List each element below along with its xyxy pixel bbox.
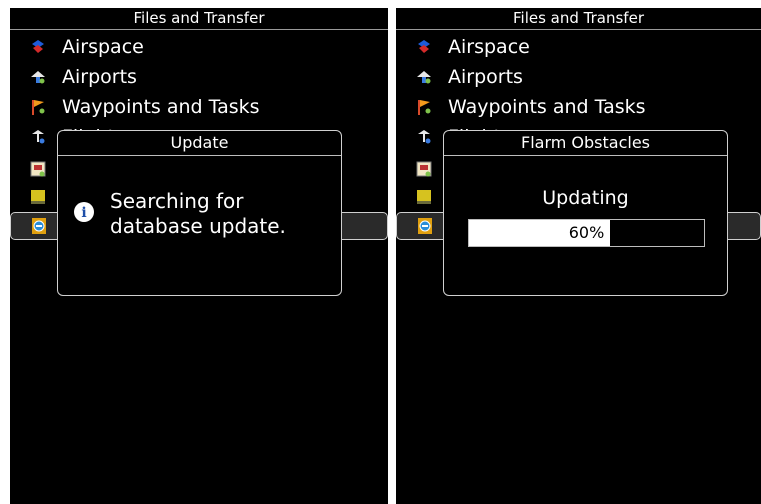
right-screen: Files and Transfer Airspace Airports Way… <box>396 8 761 504</box>
dialog-title: Flarm Obstacles <box>444 131 727 156</box>
airspace-icon <box>418 40 430 53</box>
page-title: Files and Transfer <box>10 8 388 30</box>
update-icon <box>32 218 46 234</box>
progress-label: 60% <box>568 223 605 242</box>
logbook-icon <box>417 190 431 204</box>
airports-icon <box>417 71 431 84</box>
update-dialog: Update i Searching for database update. <box>57 130 342 296</box>
waypoints-icon <box>32 100 45 115</box>
progress-bar: 60% <box>468 219 705 247</box>
flights-icon <box>32 130 45 144</box>
dialog-message: Searching for database update. <box>110 189 286 238</box>
airports-icon <box>31 71 45 84</box>
transfer-icon <box>416 161 432 177</box>
airspace-icon <box>32 40 44 53</box>
flights-icon <box>418 130 431 144</box>
update-icon <box>418 218 432 234</box>
svg-text:i: i <box>81 205 86 221</box>
dialog-status: Updating <box>542 187 629 209</box>
logbook-icon <box>31 190 45 204</box>
info-icon: i <box>74 202 94 222</box>
left-screen: Files and Transfer Airspace Airports Way… <box>10 8 388 504</box>
flarm-obstacles-dialog: Flarm Obstacles Updating 60% <box>443 130 728 296</box>
dialog-title: Update <box>58 131 341 156</box>
waypoints-icon <box>418 100 431 115</box>
transfer-icon <box>30 161 46 177</box>
page-title: Files and Transfer <box>396 8 761 30</box>
